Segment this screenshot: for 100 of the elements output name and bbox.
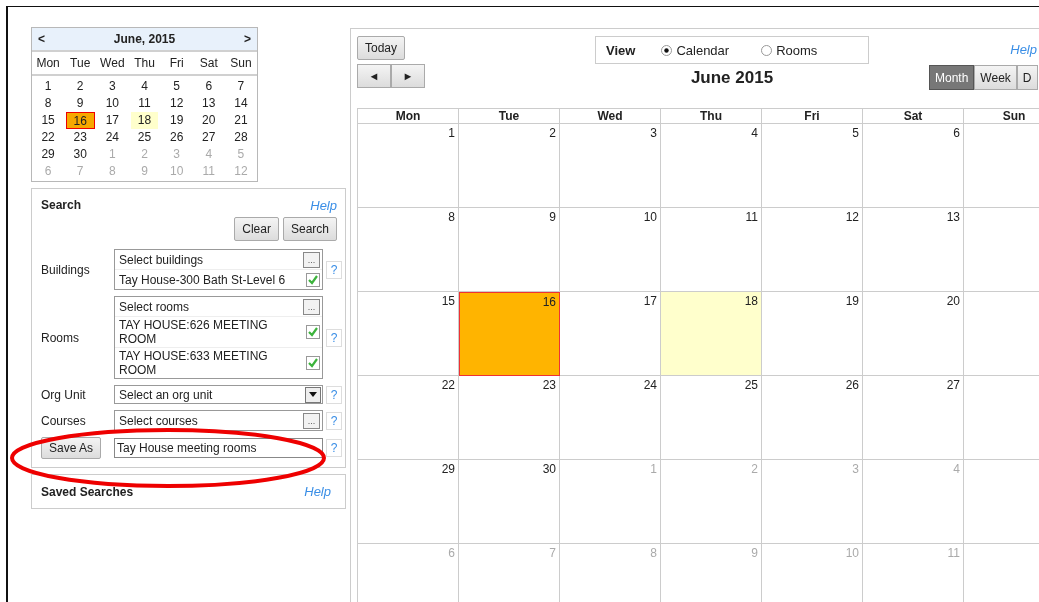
field-label: Org Unit <box>41 387 87 402</box>
date-cell[interactable]: 18 <box>130 112 159 129</box>
help-button[interactable]: ? <box>326 439 342 457</box>
date-cell[interactable]: 15 <box>34 112 62 129</box>
date-cell[interactable]: 25 <box>130 129 159 146</box>
date-cell[interactable]: 29 <box>34 146 62 163</box>
date-cell[interactable]: 1 <box>37 78 59 95</box>
day-cell[interactable]: 1 <box>358 124 459 208</box>
month-title: June 2015 <box>690 68 774 88</box>
day-cell[interactable]: 12 <box>762 208 863 292</box>
next-month-link[interactable]: > <box>244 32 251 46</box>
picker-button[interactable]: ... <box>303 412 320 429</box>
day-cell[interactable]: 5 <box>762 124 863 208</box>
search-button[interactable]: Search <box>282 217 337 241</box>
date-cell[interactable]: 27 <box>195 129 223 146</box>
selected-item: TAY HOUSE:633 MEETING ROOM <box>119 349 269 377</box>
weekday-label: Sat <box>198 56 219 70</box>
date-cell[interactable]: 26 <box>162 129 191 146</box>
weekday-header: Wed <box>560 108 661 124</box>
date-cell[interactable]: 2 <box>69 78 91 95</box>
date-cell[interactable]: 5 <box>166 78 187 95</box>
date-cell[interactable]: 16 <box>65 112 95 129</box>
selected-item: Tay House-300 Bath St-Level 6 <box>119 272 286 287</box>
month-title: June, 2015 <box>113 32 176 46</box>
date-cell[interactable]: 19 <box>162 112 191 129</box>
day-cell[interactable]: 30 <box>459 460 560 544</box>
day-cell[interactable]: 4 <box>661 124 762 208</box>
day-cell[interactable]: 2 <box>459 124 560 208</box>
date-cell[interactable]: 13 <box>195 95 223 112</box>
select-prompt: Select rooms <box>119 299 190 314</box>
weekday-header: Thu <box>661 108 762 124</box>
date-cell[interactable]: 8 <box>37 95 59 112</box>
save-as-button[interactable]: Save As <box>41 437 102 459</box>
day-cell[interactable]: 8 <box>358 208 459 292</box>
day-cell[interactable]: 23 <box>459 376 560 460</box>
view-mode-tab[interactable]: Week <box>974 65 1017 90</box>
day-cell[interactable]: 29 <box>358 460 459 544</box>
date-cell[interactable]: 4 <box>134 78 155 95</box>
date-cell[interactable]: 9 <box>69 95 91 112</box>
save-name-field[interactable]: Tay House meeting rooms <box>114 438 323 458</box>
help-button[interactable]: ? <box>326 328 342 347</box>
weekday-label: Sun <box>229 56 253 70</box>
date-cell[interactable]: 6 <box>198 78 220 95</box>
checkmark-icon[interactable] <box>306 356 320 370</box>
field-label: Courses <box>41 413 87 428</box>
date-cell[interactable]: 10 <box>98 95 127 112</box>
previous-month-link[interactable]: < <box>38 32 45 46</box>
date-cell[interactable]: 24 <box>98 129 127 146</box>
day-cell[interactable]: 24 <box>560 376 661 460</box>
day-cell[interactable]: 16 <box>459 292 560 376</box>
day-cell[interactable]: 10 <box>560 208 661 292</box>
previous-button[interactable]: ◄ <box>357 64 391 88</box>
day-cell[interactable]: 13 <box>863 208 964 292</box>
clear-button[interactable]: Clear <box>234 217 279 241</box>
date-cell[interactable]: 20 <box>195 112 223 129</box>
view-mode-tab[interactable]: Month <box>929 65 975 90</box>
weekday-header: Sat <box>863 108 964 124</box>
weekday-label: Mon <box>35 56 61 70</box>
date-cell[interactable]: 30 <box>66 146 94 163</box>
day-cell[interactable]: 27 <box>863 376 964 460</box>
day-cell[interactable]: 22 <box>358 376 459 460</box>
date-cell[interactable]: 7 <box>230 78 252 95</box>
picker-button[interactable]: ... <box>303 298 320 315</box>
date-cell[interactable]: 12 <box>162 95 191 112</box>
select-prompt: Select buildings <box>119 252 204 267</box>
day-cell[interactable]: 25 <box>661 376 762 460</box>
radio-button[interactable] <box>661 44 673 56</box>
day-cell[interactable]: 19 <box>762 292 863 376</box>
date-cell[interactable]: 23 <box>66 129 94 146</box>
next-button[interactable]: ► <box>391 64 425 88</box>
day-cell[interactable]: 20 <box>863 292 964 376</box>
checkmark-icon[interactable] <box>306 272 320 287</box>
help-button[interactable]: ? <box>326 385 342 404</box>
search-title: Search <box>41 198 82 212</box>
weekday-label: Fri <box>168 56 185 70</box>
date-cell[interactable]: 14 <box>227 95 255 112</box>
day-cell[interactable]: 26 <box>762 376 863 460</box>
checkmark-icon[interactable] <box>306 325 320 339</box>
date-cell[interactable]: 11 <box>131 95 158 112</box>
date-cell[interactable]: 17 <box>98 112 127 129</box>
day-cell[interactable]: 3 <box>560 124 661 208</box>
day-cell[interactable]: 6 <box>863 124 964 208</box>
date-cell[interactable]: 21 <box>227 112 255 129</box>
selected-item: TAY HOUSE:626 MEETING ROOM <box>119 318 269 346</box>
weekday-label: Thu <box>133 56 156 70</box>
org-unit-dropdown[interactable]: Select an org unit <box>114 385 323 404</box>
date-cell[interactable]: 3 <box>102 78 123 95</box>
today-button[interactable]: Today <box>357 36 406 60</box>
help-button[interactable]: ? <box>326 260 342 279</box>
weekday-header: Mon <box>358 108 459 124</box>
date-cell[interactable]: 22 <box>34 129 62 146</box>
help-button[interactable]: ? <box>326 411 342 430</box>
view-mode-tab[interactable]: D <box>1016 65 1038 90</box>
picker-button[interactable]: ... <box>303 251 320 268</box>
view-label: View <box>606 42 636 58</box>
field-label: Rooms <box>41 330 80 345</box>
radio-button[interactable] <box>761 44 773 56</box>
date-cell[interactable]: 28 <box>227 129 255 146</box>
weekday-header: Sun <box>964 108 1039 124</box>
day-cell[interactable]: 18 <box>661 292 762 376</box>
